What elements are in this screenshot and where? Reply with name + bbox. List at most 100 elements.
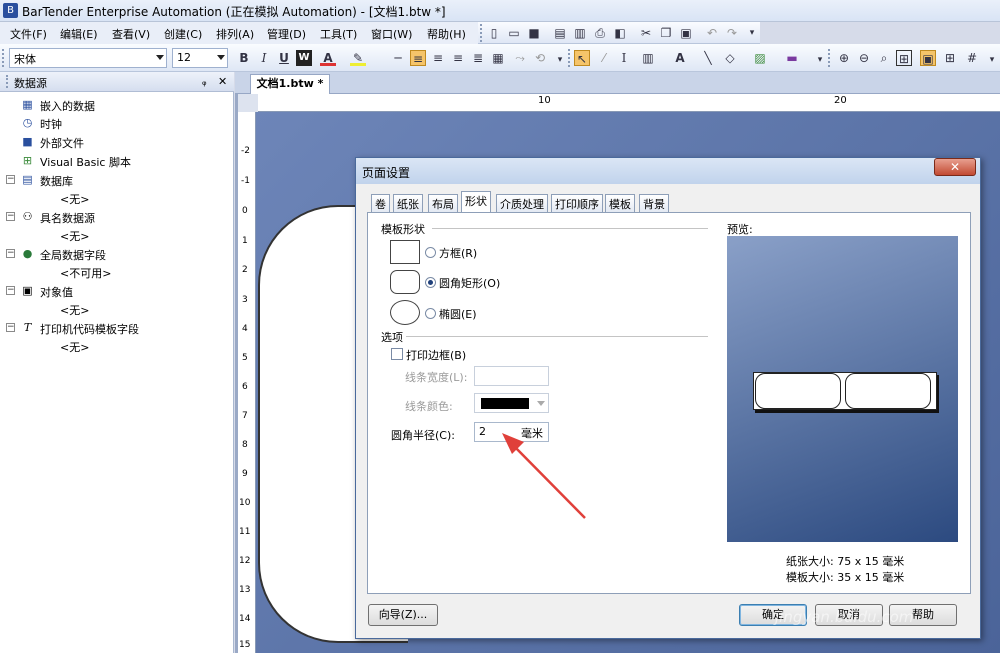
tab-media-handling[interactable]: 介质处理 xyxy=(496,194,548,212)
select-pointer-icon[interactable]: ↖ xyxy=(574,50,590,66)
tab-print-order[interactable]: 打印顺序 xyxy=(551,194,603,212)
collapse-icon[interactable]: − xyxy=(6,212,15,221)
zoom-out-icon[interactable]: ⊖ xyxy=(856,50,872,66)
toolbar-grip[interactable] xyxy=(568,49,572,67)
undo-icon[interactable]: ↶ xyxy=(704,25,720,41)
menu-help[interactable]: 帮助(H) xyxy=(425,25,468,43)
create-text-icon[interactable]: A xyxy=(672,50,688,66)
line-icon[interactable]: ─ xyxy=(390,50,406,66)
font-color-icon[interactable]: A xyxy=(320,50,336,66)
disk-icon: ■ xyxy=(22,135,33,148)
collapse-icon[interactable]: − xyxy=(6,323,15,332)
rectangle-radio[interactable] xyxy=(425,247,436,258)
rotate-icon[interactable]: ⟲ xyxy=(532,50,548,66)
collapse-icon[interactable]: − xyxy=(6,175,15,184)
toolbar-overflow-icon[interactable]: ▾ xyxy=(984,52,1000,68)
tab-template[interactable]: 模板 xyxy=(605,194,635,212)
copy-icon[interactable]: ❐ xyxy=(658,25,674,41)
ruler-label: 8 xyxy=(242,440,248,450)
tab-shape[interactable]: 形状 xyxy=(461,191,491,213)
rounded-rectangle-radio[interactable] xyxy=(425,277,436,288)
word-wrap-icon[interactable]: W xyxy=(296,50,312,66)
ruler-icon[interactable]: ⊞ xyxy=(942,50,958,66)
bold-icon[interactable]: B xyxy=(236,50,252,66)
embedded-data-icon: ▦ xyxy=(22,98,33,111)
rectangle-label[interactable]: 方框(R) xyxy=(439,245,477,261)
annotation-arrow xyxy=(502,433,586,519)
print-border-label[interactable]: 打印边框(B) xyxy=(406,347,466,363)
rfid-icon[interactable]: ▬ xyxy=(784,50,800,66)
pin-icon[interactable]: ᵩ xyxy=(202,75,207,88)
toolbar-grip[interactable] xyxy=(2,49,6,67)
zoom-in-icon[interactable]: ⊕ xyxy=(836,50,852,66)
print-icon[interactable]: ⎙ xyxy=(592,25,608,41)
ruler-label: 6 xyxy=(242,382,248,392)
page-setup-icon[interactable]: ▤ xyxy=(552,25,568,41)
shape-icon[interactable]: ◇ xyxy=(722,50,738,66)
menu-edit[interactable]: 编辑(E) xyxy=(58,25,100,43)
grid-icon[interactable]: # xyxy=(964,50,980,66)
toolbar-overflow-icon[interactable]: ▾ xyxy=(812,52,828,68)
underline-icon[interactable]: U xyxy=(276,50,292,66)
tab-background[interactable]: 背景 xyxy=(639,194,669,212)
print-preview-icon[interactable]: ◧ xyxy=(612,25,628,41)
toolbar-overflow-icon[interactable]: ▾ xyxy=(744,25,760,41)
pen-icon[interactable]: ⁄ xyxy=(596,50,612,66)
text-icon[interactable]: I xyxy=(616,50,632,66)
tab-layout[interactable]: 布局 xyxy=(428,194,458,212)
grid-snap-icon[interactable]: ▣ xyxy=(920,50,936,66)
paragraph-icon[interactable]: ▦ xyxy=(490,50,506,66)
menu-arrange[interactable]: 排列(A) xyxy=(214,25,256,43)
font-size-select[interactable]: 12 xyxy=(172,48,228,68)
cut-icon[interactable]: ✂ xyxy=(638,25,654,41)
draw-line-icon[interactable]: ╲ xyxy=(700,50,716,66)
save-icon[interactable]: ■ xyxy=(526,25,542,41)
font-select[interactable]: 宋体 xyxy=(9,48,167,68)
align-center-icon[interactable]: ≡ xyxy=(430,50,446,66)
tree-item-label: 时钟 xyxy=(40,118,62,131)
ruler-label: 5 xyxy=(242,353,248,363)
zoom-page-icon[interactable]: ⊞ xyxy=(896,50,912,66)
preview-panel xyxy=(727,236,958,542)
collapse-icon[interactable]: − xyxy=(6,249,15,258)
panel-grip[interactable] xyxy=(6,75,9,88)
align-right-icon[interactable]: ≡ xyxy=(450,50,466,66)
dialog-title: 页面设置 xyxy=(362,166,411,180)
redo-icon[interactable]: ↷ xyxy=(724,25,740,41)
menu-manage[interactable]: 管理(D) xyxy=(265,25,308,43)
database-icon[interactable]: ▥ xyxy=(572,25,588,41)
dialog-close-button[interactable]: ✕ xyxy=(934,158,976,176)
print-border-checkbox[interactable] xyxy=(391,348,403,360)
barcode-icon[interactable]: ▥ xyxy=(640,50,656,66)
line-width-input[interactable] xyxy=(474,366,549,386)
paste-icon[interactable]: ▣ xyxy=(678,25,694,41)
collapse-icon[interactable]: − xyxy=(6,286,15,295)
tab-roll[interactable]: 卷 xyxy=(371,194,390,212)
ellipse-radio[interactable] xyxy=(425,308,436,319)
menu-view[interactable]: 查看(V) xyxy=(110,25,152,43)
menu-create[interactable]: 创建(C) xyxy=(162,25,204,43)
picture-icon[interactable]: ▨ xyxy=(752,50,768,66)
open-folder-icon[interactable]: ▭ xyxy=(506,25,522,41)
rounded-rectangle-label[interactable]: 圆角矩形(O) xyxy=(439,275,500,291)
tab-paper[interactable]: 纸张 xyxy=(393,194,423,212)
toolbar-overflow-icon[interactable]: ▾ xyxy=(552,52,568,68)
toolbar-grip[interactable] xyxy=(828,49,832,67)
distribute-icon[interactable]: ⤳ xyxy=(512,50,528,66)
object-value-icon: ▣ xyxy=(22,284,33,297)
highlight-icon[interactable]: ✎ xyxy=(350,50,366,66)
toolbar-grip[interactable] xyxy=(480,24,484,42)
close-icon[interactable]: ✕ xyxy=(218,75,227,88)
menu-file[interactable]: 文件(F) xyxy=(8,25,49,43)
new-file-icon[interactable]: ▯ xyxy=(486,25,502,41)
align-left-icon[interactable]: ≡ xyxy=(410,50,426,66)
menu-tools[interactable]: 工具(T) xyxy=(318,25,359,43)
ellipse-label[interactable]: 椭圆(E) xyxy=(439,306,477,322)
italic-icon[interactable]: I xyxy=(256,50,272,66)
line-color-picker[interactable] xyxy=(474,393,549,413)
zoom-fit-icon[interactable]: ⌕ xyxy=(876,50,892,66)
wizard-button[interactable]: 向导(Z)... xyxy=(368,604,438,626)
justify-icon[interactable]: ≣ xyxy=(470,50,486,66)
document-tab[interactable]: 文档1.btw * xyxy=(250,74,330,94)
menu-window[interactable]: 窗口(W) xyxy=(369,25,414,43)
